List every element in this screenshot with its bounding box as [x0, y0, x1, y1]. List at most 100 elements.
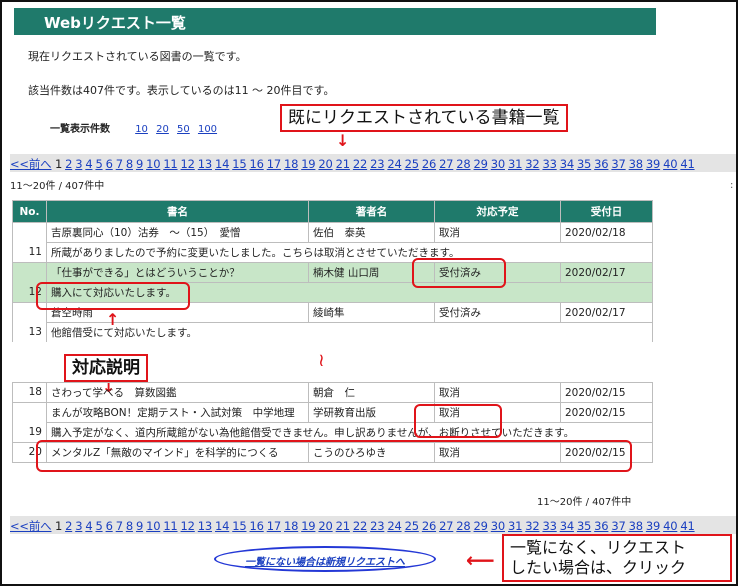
pager-page-24[interactable]: 24 [387, 519, 401, 533]
per-page-10[interactable]: 10 [135, 124, 148, 135]
table-row: 11 吉原裏同心（10）沽券 ～（15） 愛憎 佐伯 泰英 取消 2020/02/18 [12, 222, 653, 263]
pager-page-9[interactable]: 9 [136, 157, 143, 171]
pager-page-31[interactable]: 31 [508, 157, 522, 171]
pager-page-30[interactable]: 30 [491, 157, 505, 171]
pager-page-15[interactable]: 15 [232, 157, 246, 171]
pager-page-20[interactable]: 20 [318, 519, 332, 533]
pager-page-8[interactable]: 8 [126, 157, 133, 171]
pager-page-3[interactable]: 3 [75, 519, 82, 533]
summary-text: 該当件数は407件です。表示しているのは11 ～ 20件目です。 [28, 84, 335, 97]
pager-page-14[interactable]: 14 [215, 519, 229, 533]
pager-page-26[interactable]: 26 [422, 519, 436, 533]
pager-page-20[interactable]: 20 [318, 157, 332, 171]
pager-prev[interactable]: <<前へ [10, 519, 52, 533]
pager-page-31[interactable]: 31 [508, 519, 522, 533]
pager-page-4[interactable]: 4 [85, 157, 92, 171]
pager-page-32[interactable]: 32 [525, 157, 539, 171]
pager-page-34[interactable]: 34 [560, 157, 574, 171]
pager-page-38[interactable]: 38 [629, 157, 643, 171]
pager-page-37[interactable]: 37 [611, 519, 625, 533]
row-title: まんが攻略BON！定期テスト・入試対策 中学地理 [46, 402, 309, 423]
pager-page-35[interactable]: 35 [577, 157, 591, 171]
pager-page-17[interactable]: 17 [267, 519, 281, 533]
pager-page-39[interactable]: 39 [646, 157, 660, 171]
pager-page-40[interactable]: 40 [663, 157, 677, 171]
pager-page-29[interactable]: 29 [474, 157, 488, 171]
pager-page-33[interactable]: 33 [542, 157, 556, 171]
pager-page-36[interactable]: 36 [594, 519, 608, 533]
pager-page-18[interactable]: 18 [284, 519, 298, 533]
pager-page-27[interactable]: 27 [439, 519, 453, 533]
pager-page-28[interactable]: 28 [456, 519, 470, 533]
pager-page-19[interactable]: 19 [301, 157, 315, 171]
header-author: 著者名 [308, 200, 435, 223]
pager-page-6[interactable]: 6 [106, 519, 113, 533]
pager-page-33[interactable]: 33 [542, 519, 556, 533]
pager-page-26[interactable]: 26 [422, 157, 436, 171]
pager-item: 6 [106, 519, 113, 533]
pager-page-18[interactable]: 18 [284, 157, 298, 171]
pager-page-22[interactable]: 22 [353, 157, 367, 171]
pager-page-22[interactable]: 22 [353, 519, 367, 533]
pager-page-10[interactable]: 10 [146, 519, 160, 533]
pager-page-10[interactable]: 10 [146, 157, 160, 171]
pager-page-29[interactable]: 29 [474, 519, 488, 533]
pager-page-24[interactable]: 24 [387, 157, 401, 171]
pager-page-32[interactable]: 32 [525, 519, 539, 533]
pager-page-5[interactable]: 5 [95, 519, 102, 533]
pager-page-21[interactable]: 21 [336, 519, 350, 533]
pager-page-13[interactable]: 13 [198, 519, 212, 533]
pager-page-5[interactable]: 5 [95, 157, 102, 171]
pager-page-14[interactable]: 14 [215, 157, 229, 171]
pager-page-2[interactable]: 2 [65, 519, 72, 533]
pager-prev[interactable]: <<前へ [10, 157, 52, 171]
per-page-100[interactable]: 100 [198, 124, 217, 135]
pager-page-9[interactable]: 9 [136, 519, 143, 533]
pager-page-4[interactable]: 4 [85, 519, 92, 533]
per-page-50[interactable]: 50 [177, 124, 190, 135]
pager-page-28[interactable]: 28 [456, 157, 470, 171]
pager-page-25[interactable]: 25 [405, 157, 419, 171]
pager-page-23[interactable]: 23 [370, 519, 384, 533]
pager-item: 30 [491, 157, 505, 171]
pager-page-16[interactable]: 16 [249, 157, 263, 171]
pager-page-39[interactable]: 39 [646, 519, 660, 533]
pager-item: 26 [422, 519, 436, 533]
pager-page-36[interactable]: 36 [594, 157, 608, 171]
page-title: Webリクエスト一覧 [14, 8, 656, 35]
pager-page-6[interactable]: 6 [106, 157, 113, 171]
pager-page-7[interactable]: 7 [116, 157, 123, 171]
pager-item: 8 [126, 157, 133, 171]
pager-page-38[interactable]: 38 [629, 519, 643, 533]
pager-page-11[interactable]: 11 [163, 157, 177, 171]
pager-item: 39 [646, 157, 660, 171]
pager-page-37[interactable]: 37 [611, 157, 625, 171]
pager-page-11[interactable]: 11 [163, 519, 177, 533]
pager-page-41[interactable]: 41 [680, 519, 694, 533]
pager-page-21[interactable]: 21 [336, 157, 350, 171]
pager-page-30[interactable]: 30 [491, 519, 505, 533]
pager-page-27[interactable]: 27 [439, 157, 453, 171]
pager-item: 3 [75, 519, 82, 533]
pager-page-2[interactable]: 2 [65, 157, 72, 171]
pager-page-12[interactable]: 12 [181, 157, 195, 171]
pager-page-23[interactable]: 23 [370, 157, 384, 171]
pager-page-3[interactable]: 3 [75, 157, 82, 171]
pager-page-13[interactable]: 13 [198, 157, 212, 171]
pager-page-41[interactable]: 41 [680, 157, 694, 171]
pager-page-17[interactable]: 17 [267, 157, 281, 171]
new-request-link[interactable]: 一覧にない場合は新規リクエストへ [245, 557, 405, 568]
pager-page-34[interactable]: 34 [560, 519, 574, 533]
pager-page-19[interactable]: 19 [301, 519, 315, 533]
pager-page-15[interactable]: 15 [232, 519, 246, 533]
pager-item: 2 [65, 157, 72, 171]
pager-page-16[interactable]: 16 [249, 519, 263, 533]
pager-page-12[interactable]: 12 [181, 519, 195, 533]
per-page-20[interactable]: 20 [156, 124, 169, 135]
pager-page-25[interactable]: 25 [405, 519, 419, 533]
pager-page-40[interactable]: 40 [663, 519, 677, 533]
pager-page-7[interactable]: 7 [116, 519, 123, 533]
annotation-up-arrow: ↑ [106, 310, 120, 329]
pager-page-8[interactable]: 8 [126, 519, 133, 533]
pager-page-35[interactable]: 35 [577, 519, 591, 533]
